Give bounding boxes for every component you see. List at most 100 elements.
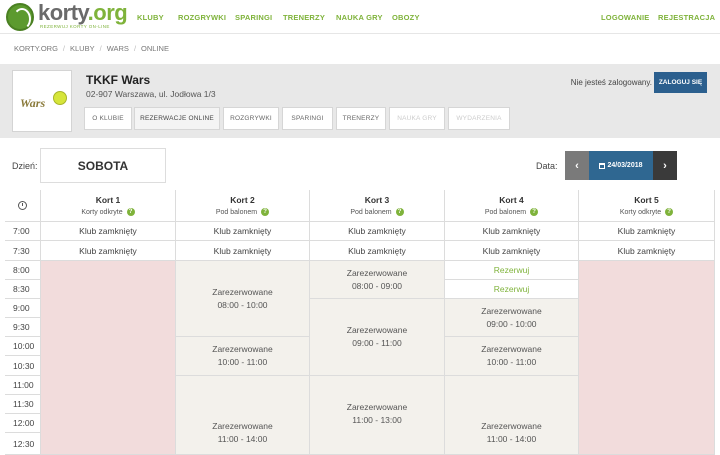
reservation-label: Zarezerwowane xyxy=(346,267,408,278)
court-type: Korty odkryte xyxy=(619,208,662,216)
site-logo[interactable]: korty.org REZERWUJ KORTY ON-LINE xyxy=(6,0,130,31)
reservation-block: Zarezerwowane 08:00 - 10:00 xyxy=(176,261,310,337)
tennis-ball-icon xyxy=(6,3,34,31)
time-slot: 10:00 xyxy=(5,337,41,356)
tennis-ball-icon xyxy=(53,91,67,105)
login-button[interactable]: ZALOGUJ SIĘ xyxy=(654,72,707,93)
reservation-time: 08:00 - 10:00 xyxy=(217,299,268,310)
reservation-time: 10:00 - 11:00 xyxy=(217,357,268,367)
reservation-time: 11:00 - 14:00 xyxy=(486,434,537,444)
club-tab-nauka-gry: NAUKA GRY xyxy=(389,107,445,130)
nav-login[interactable]: LOGOWANIE xyxy=(601,13,649,22)
time-slot: 7:00 xyxy=(5,222,41,241)
club-logo-text: Wars xyxy=(20,96,46,110)
breadcrumb: KORTY.ORG / KLUBY / WARS / ONLINE xyxy=(14,44,169,53)
nav-trenerzy[interactable]: TRENERZY xyxy=(283,13,325,22)
time-slot: 8:00 xyxy=(5,261,41,280)
unavailable-block xyxy=(41,261,176,455)
closed-slot: Klub zamknięty xyxy=(310,222,445,241)
nav-rozgrywki[interactable]: ROZGRYWKI xyxy=(178,13,226,22)
reservation-time: 09:00 - 11:00 xyxy=(352,338,402,348)
court-name: Kort 4 xyxy=(499,195,524,205)
time-slot: 8:30 xyxy=(5,280,41,299)
nav-kluby[interactable]: KLUBY xyxy=(137,13,164,22)
court-type: Pod balonem xyxy=(350,208,392,216)
reservation-time: 10:00 - 11:00 xyxy=(486,357,537,367)
club-logo: Wars xyxy=(12,70,72,132)
help-icon[interactable]: ? xyxy=(665,208,674,216)
court-type: Korty odkryte xyxy=(81,208,123,216)
reservation-time: 11:00 - 14:00 xyxy=(217,434,268,444)
nav-obozy[interactable]: OBOZY xyxy=(392,13,420,22)
reservation-block: Zarezerwowane 11:00 - 14:00 xyxy=(445,376,579,455)
date-next-button[interactable]: › xyxy=(653,151,677,180)
brand-name: korty xyxy=(38,0,88,25)
closed-slot: Klub zamknięty xyxy=(579,241,715,261)
reservation-label: Zarezerwowane xyxy=(346,402,408,412)
time-slot: 10:30 xyxy=(5,356,41,376)
help-icon[interactable]: ? xyxy=(395,208,404,216)
court-type: Pod balonem xyxy=(484,208,527,216)
help-icon[interactable]: ? xyxy=(126,208,135,216)
reservation-block: Zarezerwowane 09:00 - 10:00 xyxy=(445,299,579,337)
reservation-block: Zarezerwowane 08:00 - 09:00 xyxy=(310,261,445,299)
club-tab-sparingi[interactable]: SPARINGI xyxy=(282,107,333,130)
brand-tld: .org xyxy=(87,0,128,25)
time-slot: 7:30 xyxy=(5,241,41,261)
time-slot: 9:00 xyxy=(5,299,41,318)
help-icon[interactable]: ? xyxy=(261,208,270,216)
reservation-time: 08:00 - 09:00 xyxy=(351,280,403,291)
court-header-2: Kort 2 Pod balonem? xyxy=(176,190,310,222)
calendar-icon xyxy=(599,162,606,169)
closed-slot: Klub zamknięty xyxy=(176,241,310,261)
club-tab-trenerzy[interactable]: TRENERZY xyxy=(336,107,386,130)
closed-slot: Klub zamknięty xyxy=(41,241,176,261)
time-slot: 11:30 xyxy=(5,395,41,414)
nav-register[interactable]: REJESTRACJA xyxy=(658,13,715,22)
closed-slot: Klub zamknięty xyxy=(579,222,715,241)
breadcrumb-current: ONLINE xyxy=(141,44,169,53)
closed-slot: Klub zamknięty xyxy=(445,241,579,261)
reservation-label: Zarezerwowane xyxy=(481,344,542,354)
club-tab-o-klubie[interactable]: O KLUBIE xyxy=(84,107,132,130)
time-slot: 12:30 xyxy=(5,433,41,455)
book-slot-button[interactable]: Rezerwuj xyxy=(445,280,579,299)
time-slot: 11:00 xyxy=(5,376,41,395)
day-label: Dzień: xyxy=(12,161,38,171)
date-prev-button[interactable]: ‹ xyxy=(565,151,589,180)
club-tab-rezerwacje[interactable]: REZERWACJE ONLINE xyxy=(134,107,220,130)
court-header-4: Kort 4 Pod balonem? xyxy=(445,190,579,222)
nav-nauka-gry[interactable]: NAUKA GRY xyxy=(336,13,383,22)
closed-slot: Klub zamknięty xyxy=(310,241,445,261)
help-icon[interactable]: ? xyxy=(530,208,539,216)
reservation-label: Zarezerwowane xyxy=(481,305,542,316)
breadcrumb-club[interactable]: WARS xyxy=(107,44,129,53)
time-slot: 9:30 xyxy=(5,318,41,337)
unavailable-block xyxy=(579,261,715,455)
date-value: 24/03/2018 xyxy=(607,162,643,169)
closed-slot: Klub zamknięty xyxy=(41,222,176,241)
court-header-1: Kort 1 Korty odkryte? xyxy=(41,190,176,222)
closed-slot: Klub zamknięty xyxy=(445,222,579,241)
nav-sparingi[interactable]: SPARINGI xyxy=(235,13,272,22)
time-header xyxy=(5,190,41,222)
breadcrumb-home[interactable]: KORTY.ORG xyxy=(14,44,58,53)
brand-tagline: REZERWUJ KORTY ON-LINE xyxy=(40,24,110,29)
reservation-time: 09:00 - 10:00 xyxy=(486,318,537,329)
court-name: Kort 1 xyxy=(95,195,121,205)
reservation-time: 11:00 - 13:00 xyxy=(352,415,402,425)
date-label: Data: xyxy=(536,161,558,171)
club-tab-rozgrywki[interactable]: ROZGRYWKI xyxy=(223,107,279,130)
court-name: Kort 2 xyxy=(230,195,255,205)
club-name: TKKF Wars xyxy=(86,73,151,87)
reservation-label: Zarezerwowane xyxy=(212,286,273,297)
date-picker-button[interactable]: 24/03/2018 xyxy=(589,151,653,180)
reservation-block: Zarezerwowane 11:00 - 14:00 xyxy=(176,376,310,455)
booking-grid: Kort 1 Korty odkryte? Kort 2 Pod balonem… xyxy=(5,190,715,455)
breadcrumb-kluby[interactable]: KLUBY xyxy=(70,44,95,53)
reservation-block: Zarezerwowane 11:00 - 13:00 xyxy=(310,376,445,455)
reservation-label: Zarezerwowane xyxy=(212,421,273,431)
book-slot-button[interactable]: Rezerwuj xyxy=(445,261,579,280)
reservation-label: Zarezerwowane xyxy=(481,421,542,431)
court-name: Kort 3 xyxy=(364,195,390,205)
